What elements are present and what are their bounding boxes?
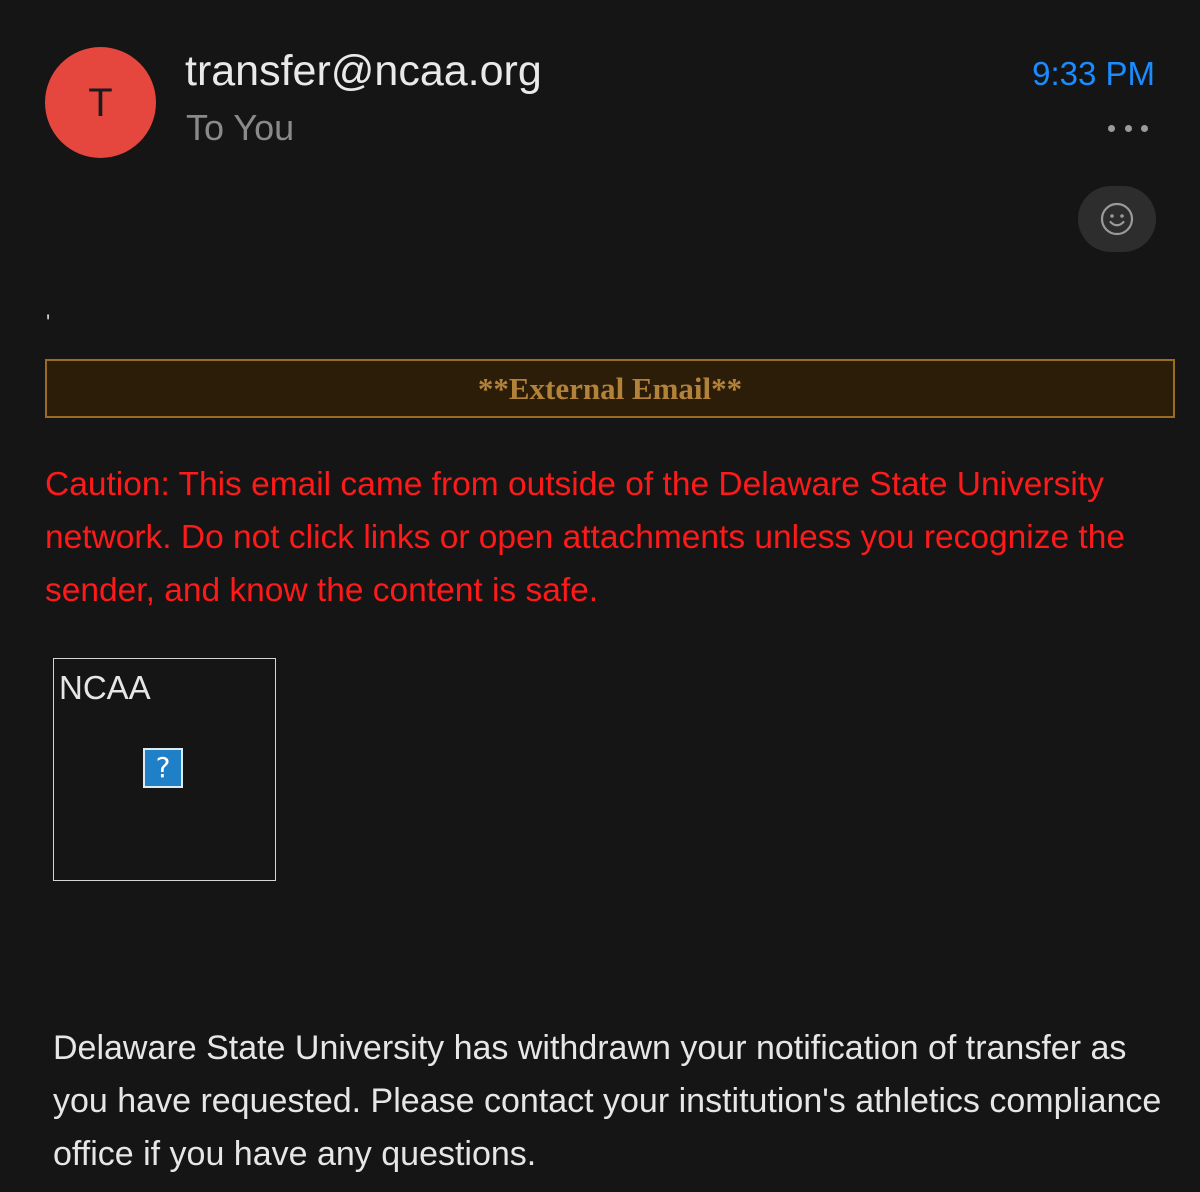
external-email-banner: **External Email**: [45, 359, 1175, 418]
dot: [1141, 124, 1148, 132]
logo-alt-text: NCAA: [59, 669, 151, 706]
stray-mark: ': [46, 310, 51, 335]
add-reaction-button[interactable]: [1078, 186, 1156, 252]
message-body: Delaware State University has withdrawn …: [53, 1029, 1162, 1173]
ncaa-logo-image[interactable]: NCAA ?: [53, 658, 276, 881]
sender-avatar[interactable]: T: [45, 47, 156, 158]
caution-warning: Caution: This email came from outside of…: [45, 466, 1125, 609]
more-options-icon[interactable]: [1108, 123, 1148, 133]
external-email-label: **External Email**: [477, 370, 743, 406]
avatar-initial: T: [88, 80, 113, 125]
message-time: 9:33 PM: [1032, 55, 1155, 92]
dot: [1108, 124, 1115, 132]
broken-image-icon: ?: [143, 748, 183, 788]
dot: [1124, 124, 1132, 132]
smiley-icon: [1100, 202, 1134, 236]
recipient-line[interactable]: To You: [186, 110, 294, 146]
sender-address[interactable]: transfer@ncaa.org: [185, 50, 542, 93]
